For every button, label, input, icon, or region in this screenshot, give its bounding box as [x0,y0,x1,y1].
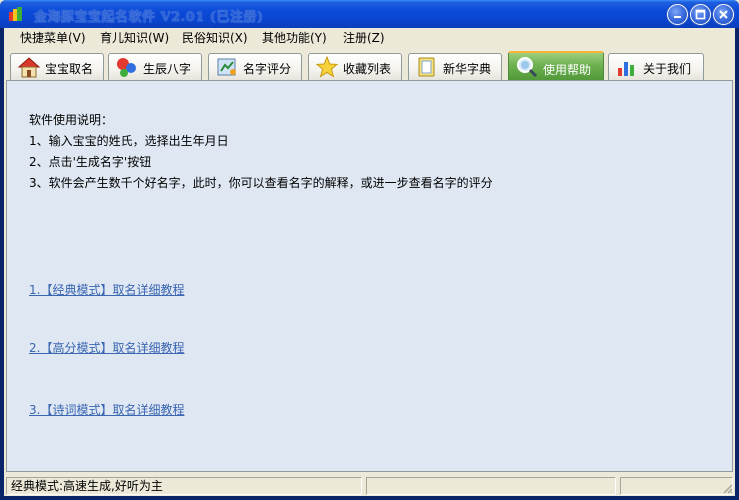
close-icon [719,10,728,19]
help-panel: 软件使用说明： 1、输入宝宝的姓氏，选择出生年月日 2、点击'生成名字'按钮 3… [6,80,733,472]
help-step: 2、点击'生成名字'按钮 [29,155,152,169]
magnifier-icon [517,57,538,78]
menu-other[interactable]: 其他功能(Y) [260,30,329,47]
status-bar: 经典模式:高速生成,好听为主 [4,474,735,496]
tab-label: 名字评分 [243,62,292,76]
tab-about[interactable]: 关于我们 [608,53,704,80]
close-button[interactable] [713,4,734,25]
tab-baby-naming[interactable]: 宝宝取名 [10,53,104,80]
tab-dictionary[interactable]: 新华字典 [408,53,502,80]
maximize-button[interactable] [690,4,711,25]
title-bar[interactable]: 金海豚宝宝起名软件 V2.01 (已注册) [0,0,739,28]
menu-parenting[interactable]: 育儿知识(W) [98,30,171,47]
menu-folklore[interactable]: 民俗知识(X) [180,30,250,47]
tab-strip: 宝宝取名 生辰八字 名字评分 收藏列表 新华字典 使用帮助 关于我们 [4,49,735,81]
status-mode-text: 经典模式:高速生成,好听为主 [6,477,362,495]
status-pane-2 [366,477,616,495]
tab-label: 新华字典 [443,62,492,76]
tab-label: 宝宝取名 [45,62,94,76]
resize-grip-icon[interactable] [721,482,733,494]
window-title: 金海豚宝宝起名软件 V2.01 (已注册) [34,10,264,25]
tab-favorites[interactable]: 收藏列表 [308,53,402,80]
tab-label: 收藏列表 [343,62,392,76]
app-window: 金海豚宝宝起名软件 V2.01 (已注册) 快捷菜单(V) 育儿知识(W) 民俗… [0,0,739,500]
tab-label: 使用帮助 [543,63,592,77]
star-icon [315,56,339,78]
app-logo-icon [9,7,22,21]
house-icon [17,57,41,78]
high-score-mode-tutorial-link[interactable]: 2.【高分模式】取名详细教程 [29,339,184,356]
help-heading: 软件使用说明： [29,113,114,127]
poetry-mode-tutorial-link[interactable]: 3.【诗词模式】取名详细教程 [29,401,184,418]
menu-register[interactable]: 注册(Z) [341,30,387,47]
tab-name-rating[interactable]: 名字评分 [208,53,302,80]
chart-icon [618,62,634,76]
menu-bar: 快捷菜单(V) 育儿知识(W) 民俗知识(X) 其他功能(Y) 注册(Z) [4,28,735,48]
minimize-icon [674,16,681,18]
dictionary-icon [418,57,435,77]
tab-birth-chart[interactable]: 生辰八字 [108,53,202,80]
classic-mode-tutorial-link[interactable]: 1.【经典模式】取名详细教程 [29,281,184,298]
menu-quick[interactable]: 快捷菜单(V) [18,30,88,47]
status-pane-3 [620,477,733,495]
tab-help[interactable]: 使用帮助 [508,51,604,81]
help-step: 3、软件会产生数千个好名字，此时，你可以查看名字的解释，或进一步查看名字的评分 [29,176,493,190]
help-step: 1、输入宝宝的姓氏，选择出生年月日 [29,134,229,148]
rating-icon [217,58,236,76]
tab-label: 关于我们 [643,62,692,76]
tab-label: 生辰八字 [143,62,192,76]
maximize-icon [695,9,706,20]
minimize-button[interactable] [667,4,688,25]
balls-icon [117,58,136,77]
